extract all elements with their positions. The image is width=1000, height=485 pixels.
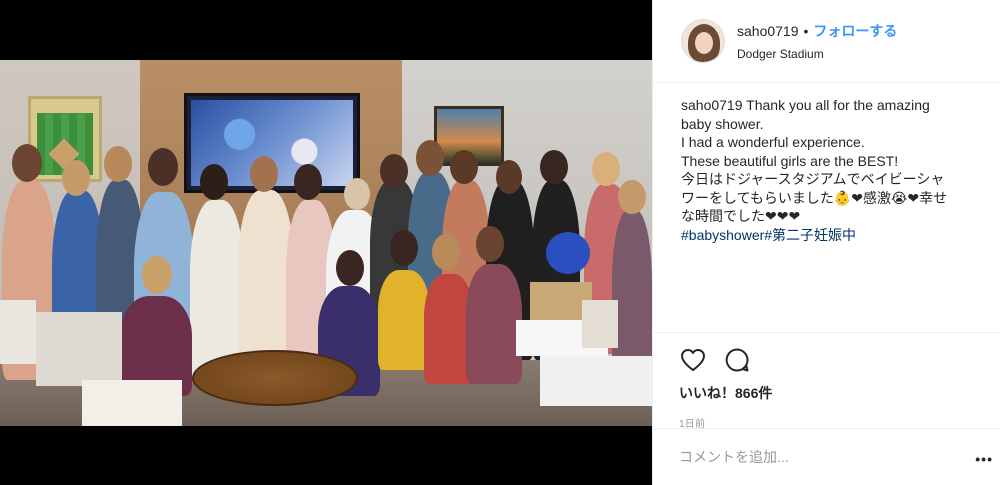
caption-line-5: 今日はドジャースタジアムでベイビーシャ bbox=[681, 171, 945, 187]
post-header: saho0719 • フォローする Dodger Stadium bbox=[653, 0, 1000, 83]
caption-line-7: な時間でした❤❤❤ bbox=[681, 208, 801, 224]
comment-bar: ••• bbox=[653, 428, 1000, 485]
caption-hashtags[interactable]: #babyshower#第二子妊娠中 bbox=[681, 226, 981, 245]
comment-icon[interactable] bbox=[723, 347, 751, 373]
caption-line-1: saho0719 Thank you all for the amazing bbox=[681, 97, 930, 113]
post-media[interactable] bbox=[0, 0, 652, 485]
location-link[interactable]: Dodger Stadium bbox=[737, 47, 897, 61]
more-options-icon[interactable]: ••• bbox=[975, 451, 993, 467]
avatar[interactable] bbox=[681, 19, 725, 63]
caption-line-6: ワーをしてもらいました👶❤感激😭❤幸せ bbox=[681, 189, 948, 206]
caption-line-2: baby shower. bbox=[681, 115, 764, 132]
letterbox-top bbox=[0, 0, 652, 60]
likes-count[interactable]: いいね！866件 bbox=[679, 383, 1000, 403]
instagram-post: saho0719 • フォローする Dodger Stadium saho071… bbox=[0, 0, 1000, 485]
separator-dot: • bbox=[803, 23, 809, 39]
comment-input[interactable] bbox=[679, 449, 949, 465]
post-photo[interactable] bbox=[0, 60, 652, 426]
post-side-panel: saho0719 • フォローする Dodger Stadium saho071… bbox=[652, 0, 1000, 485]
heart-icon[interactable] bbox=[679, 347, 707, 373]
caption-line-3: I had a wonderful experience. bbox=[681, 134, 865, 150]
post-actions: いいね！866件 1日前 bbox=[653, 332, 1000, 430]
post-caption: saho0719 Thank you all for the amazing b… bbox=[681, 96, 981, 244]
coffee-table bbox=[192, 350, 358, 406]
caption-line-4: These beautiful girls are the BEST! bbox=[681, 152, 899, 169]
letterbox-bottom bbox=[0, 426, 652, 485]
caption-username[interactable]: saho0719 bbox=[681, 97, 743, 113]
follow-button[interactable]: フォローする bbox=[813, 21, 897, 41]
username-link[interactable]: saho0719 bbox=[737, 23, 799, 39]
